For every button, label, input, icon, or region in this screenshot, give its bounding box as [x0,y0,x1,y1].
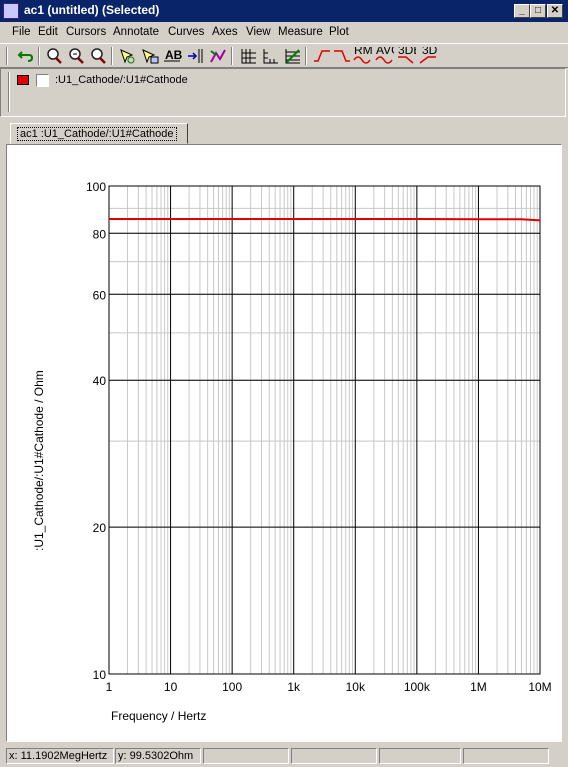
3db-low-text: 3DB [398,47,416,57]
series-group [109,218,541,222]
legend-grip [8,72,10,112]
minimize-button[interactable]: _ [514,4,530,18]
status-pane-5 [379,748,461,764]
menu-axes[interactable]: Axes [212,26,238,38]
log-scale-icon[interactable] [282,47,302,65]
curve-legend-label[interactable]: :U1_Cathode/:U1#Cathode [55,74,188,86]
toolbar-separator [305,47,307,65]
y-tick-label: 40 [93,374,107,388]
status-y: y: 99.5302Ohm [115,748,201,764]
curve-visibility-checkbox[interactable] [36,74,49,87]
title-bar: ac1 (untitled) (Selected) _ □ ✕ [0,0,568,22]
menu-annotate[interactable]: Annotate [113,26,159,38]
rms-text: RMS [354,47,372,57]
app-icon[interactable] [3,3,19,19]
cursor-label-icon[interactable] [140,47,160,65]
3db-high-icon[interactable]: 3DB [418,43,445,65]
3db-high-text: 3DB [422,47,438,57]
toolbar-separator [231,47,233,65]
y-tick-label: 60 [93,288,107,302]
close-button[interactable]: ✕ [547,4,563,18]
zoom-region-icon[interactable] [66,47,86,65]
menu-plot[interactable]: Plot [329,26,349,38]
status-pane-4 [291,748,377,764]
series-line [109,218,541,222]
x-tick-label: 10k [346,680,366,694]
fall-time-icon[interactable] [332,47,352,65]
x-tick-label: 100 [222,680,242,694]
avg-icon[interactable]: AVG [374,43,400,65]
chart-svg[interactable]: 1 10 100 1k 10k 100k 1M 10M1008060402010 Freque… [7,145,561,741]
undo-icon[interactable] [16,47,36,65]
menu-bar: File Edit Cursors Annotate Curves Axes V… [0,22,568,43]
x-axis-label: Frequency / Hertz [111,709,206,723]
tab-plot[interactable]: ac1 :U1_Cathode/:U1#Cathode [10,123,188,144]
3db-low-icon[interactable]: 3DB [396,43,421,65]
y-tick-label: 100 [86,180,106,194]
status-bar: x: 11.1902MegHertz y: 99.5302Ohm [0,745,568,767]
x-tick-label: 10M [528,680,551,694]
add-curve-icon[interactable] [186,47,206,65]
grid-icon[interactable] [238,47,258,65]
y-axis-label: :U1_Cathode/:U1#Cathode / Ohm [32,370,46,551]
menu-file[interactable]: File [12,26,31,38]
rms-icon[interactable]: RMS [352,43,381,65]
menu-view[interactable]: View [246,26,271,38]
abc-label-icon[interactable]: ABC [162,47,191,65]
curve-select-icon[interactable] [208,47,228,65]
y-tick-label: 20 [93,521,107,535]
rise-time-icon[interactable] [312,47,332,65]
maximize-button[interactable]: □ [530,4,546,18]
grid-lines [108,185,541,675]
y-tick-label: 80 [93,227,107,241]
menu-curves[interactable]: Curves [168,26,204,38]
avg-text: AVG [376,47,394,57]
plot-area[interactable]: 1 10 100 1k 10k 100k 1M 10M 100 80 60 40 20 10 Freque… [6,144,562,742]
curve-color-swatch[interactable] [17,75,29,85]
toolbar-separator [111,47,113,65]
x-tick-label: 1 [106,680,113,694]
zoom-in-icon[interactable] [44,47,64,65]
menu-cursors[interactable]: Cursors [66,26,106,38]
cursor-tag-icon[interactable] [118,47,138,65]
x-tick-label: 10 [164,680,178,694]
zoom-out-icon[interactable] [88,47,108,65]
x-tick-label: 100k [404,680,431,694]
x-tick-label: 1M [470,680,487,694]
toolbar-separator [38,47,40,65]
svg-text:ABC: ABC [165,48,182,62]
toolbar-grip [6,47,8,65]
menu-measure[interactable]: Measure [278,26,323,38]
toolbar: ABC RMS AVG 3DB 3DB [0,43,568,68]
window-title: ac1 (untitled) (Selected) [24,3,160,17]
y-tick-label: 10 [93,668,107,682]
menu-edit[interactable]: Edit [38,26,58,38]
tick-labels: 1 10 100 1k 10k 100k 1M 10M1008060402010 [86,180,552,694]
status-x: x: 11.1902MegHertz [6,748,114,764]
status-pane-3 [203,748,289,764]
axis-icon[interactable] [260,47,280,65]
tab-label: ac1 :U1_Cathode/:U1#Cathode [17,127,177,141]
status-pane-6 [463,748,549,764]
x-tick-label: 1k [287,680,301,694]
